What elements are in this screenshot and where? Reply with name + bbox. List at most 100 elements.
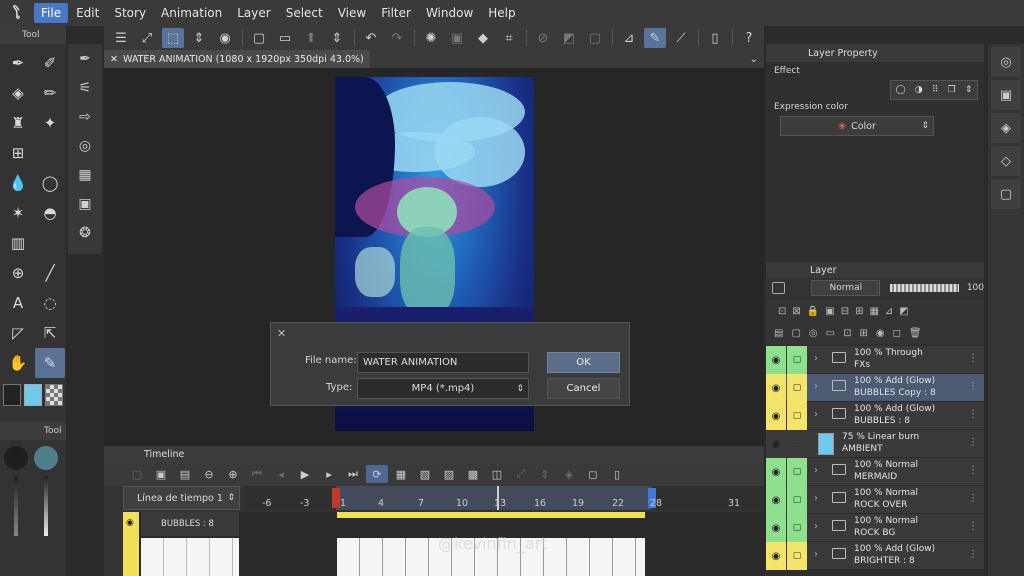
sub-color-swatch[interactable] [3,384,21,406]
text-icon[interactable]: A [3,288,33,318]
menu-animation[interactable]: Animation [154,3,229,23]
layer-opacity-value[interactable]: 100 [967,283,984,293]
layer-edit-icon[interactable]: ▢ [787,486,807,514]
save-icon[interactable]: ⬆ [300,28,322,48]
help-icon[interactable]: ? [738,28,760,48]
edit-timeline-icon[interactable]: ▣ [150,465,172,483]
blend-icon[interactable]: ♜ [3,108,33,138]
merge-icon[interactable]: ⊡ [843,328,851,339]
selection-icon[interactable]: ▢ [584,28,606,48]
loop-icon[interactable]: ⟳ [366,465,388,483]
menu-window[interactable]: Window [419,3,480,23]
onion-skin-icon[interactable]: ◫ [486,465,508,483]
line-icon[interactable]: ⟋ [670,28,692,48]
cel-icon-7[interactable]: ◈ [558,465,580,483]
layer-eye-icon[interactable]: ◉ [766,430,786,458]
apply-mask-icon[interactable]: ◻ [893,328,901,339]
chevron-right-icon[interactable]: › [814,409,818,420]
sub-view-icon[interactable]: ▣ [991,80,1021,110]
layer-eye-icon[interactable]: ◉ [766,458,786,486]
dialog-close-icon[interactable]: ✕ [277,327,286,340]
chevron-right-icon[interactable]: › [814,493,818,504]
drop-icon[interactable]: 💧 [3,168,33,198]
open-folder-icon[interactable]: ▭ [274,28,296,48]
redo-icon[interactable]: ↷ [386,28,408,48]
layer-row[interactable]: ◉ ▢ › 100 % Add (Glow) BUBBLES Copy : 8 ⋮ [766,374,984,402]
file-name-input[interactable]: WATER ANIMATION [357,352,529,373]
stepper-icon[interactable]: ⇕ [326,28,348,48]
expression-color-select[interactable]: ❀ Color ⇕ [780,116,934,136]
sparkle-icon[interactable]: ✦ [35,108,65,138]
timeline-name-select[interactable]: Línea de tiempo 1 ⇕ [123,486,240,510]
cel-icon-1[interactable]: ▦ [390,465,412,483]
app-logo-icon[interactable]: ໂ [0,0,34,26]
arrow-circle-icon[interactable]: ⇨ [68,102,102,131]
figure-icon[interactable]: ╱ [35,258,65,288]
chevron-right-icon[interactable]: › [814,353,818,364]
layer-ruler-icon[interactable]: ⊿ [885,306,893,317]
layer-colors-icon[interactable]: ◩ [899,306,908,317]
fit-icon[interactable]: ⤢ [136,28,158,48]
clear-icon[interactable]: ▣ [446,28,468,48]
transparent-swatch[interactable] [45,384,63,406]
layer-clip-icon[interactable]: ⊡ [778,306,786,317]
material-icon[interactable]: ▢ [991,179,1021,209]
eyedropper-tool-icon[interactable]: ✎ [35,348,65,378]
menu-edit[interactable]: Edit [69,3,106,23]
preview-icon[interactable]: ◉ [214,28,236,48]
layer-menu-icon[interactable]: ⋮ [968,353,978,364]
menu-story[interactable]: Story [107,3,153,23]
layer-edit-icon[interactable]: ▢ [787,542,807,570]
last-frame-icon[interactable]: ⏭ [342,465,364,483]
invert-icon[interactable]: ◩ [558,28,580,48]
cel-icon-2[interactable]: ▧ [414,465,436,483]
lasso-icon[interactable]: ◯ [35,168,65,198]
transfer-icon[interactable]: ⊞ [859,328,867,339]
frame-panel-icon[interactable]: ▣ [68,189,102,218]
layer-square-icon[interactable] [772,282,786,294]
animation-cel-icon[interactable]: ▤ [174,465,196,483]
type-select[interactable]: MP4 (*.mp4) ⇕ [357,378,529,399]
effect-buttons[interactable]: ◯ ◑ ⠿ ❐ ⇕ [890,80,978,100]
layer-eye-icon[interactable]: ◉ [766,346,786,374]
device-icon[interactable]: ▯ [704,28,726,48]
layer-eye-icon[interactable]: ◉ [766,374,786,402]
track-frames[interactable] [141,538,239,576]
layer-row[interactable]: ◉ ▢ › 100 % Normal ROCK OVER ⋮ [766,486,984,514]
cancel-button[interactable]: Cancel [547,378,620,399]
layer-mask-icon[interactable]: ▣ [825,306,834,317]
blend-mode-select[interactable]: Normal [811,280,881,296]
pen-icon[interactable]: ✒ [3,48,33,78]
chevron-right-icon[interactable]: › [814,381,818,392]
cel-icon-8[interactable]: ◻ [582,465,604,483]
layer-edit-icon[interactable]: ▢ [787,402,807,430]
navigator-icon[interactable]: ◎ [991,47,1021,77]
fill-icon[interactable]: ◆ [472,28,494,48]
track-eye-icon[interactable]: ◉ [126,518,134,528]
layers-stack-icon[interactable]: ◇ [991,146,1021,176]
layer-menu-icon[interactable]: ⋮ [968,381,978,392]
layer-edit-icon[interactable]: ▢ [787,346,807,374]
bucket-icon[interactable]: ◓ [35,198,65,228]
settings-sliders-icon[interactable]: ⚟ [68,73,102,102]
pencil-icon[interactable]: ✏ [35,78,65,108]
layer-edit-icon[interactable]: ▢ [787,374,807,402]
layer-grid-icon[interactable]: ▦ [869,306,878,317]
layer-edit-icon[interactable]: ▢ [787,430,807,458]
effect-dots-icon[interactable]: ⠿ [932,85,939,95]
layer-ref-icon[interactable]: ⊠ [792,306,800,317]
menu-help[interactable]: Help [481,3,522,23]
close-tab-icon[interactable]: ✕ [110,54,118,65]
drops-icon[interactable]: ❂ [68,218,102,247]
layer-edit-icon[interactable]: ▢ [787,514,807,542]
layer-menu-icon[interactable]: ⋮ [968,521,978,532]
layer-lock-icon[interactable]: 🔒 [807,306,819,317]
effect-circle-icon[interactable]: ◯ [896,85,906,95]
play-icon[interactable]: ▶ [294,465,316,483]
gradient-icon[interactable]: ▥ [3,228,33,258]
menu-icon[interactable]: ☰ [110,28,132,48]
layer-draft-icon[interactable]: ⊞ [855,306,863,317]
cel-icon-9[interactable]: ▯ [606,465,628,483]
layer-row[interactable]: ◉ ▢ › 100 % Normal MERMAID ⋮ [766,458,984,486]
crop-icon[interactable]: ⌗ [498,28,520,48]
